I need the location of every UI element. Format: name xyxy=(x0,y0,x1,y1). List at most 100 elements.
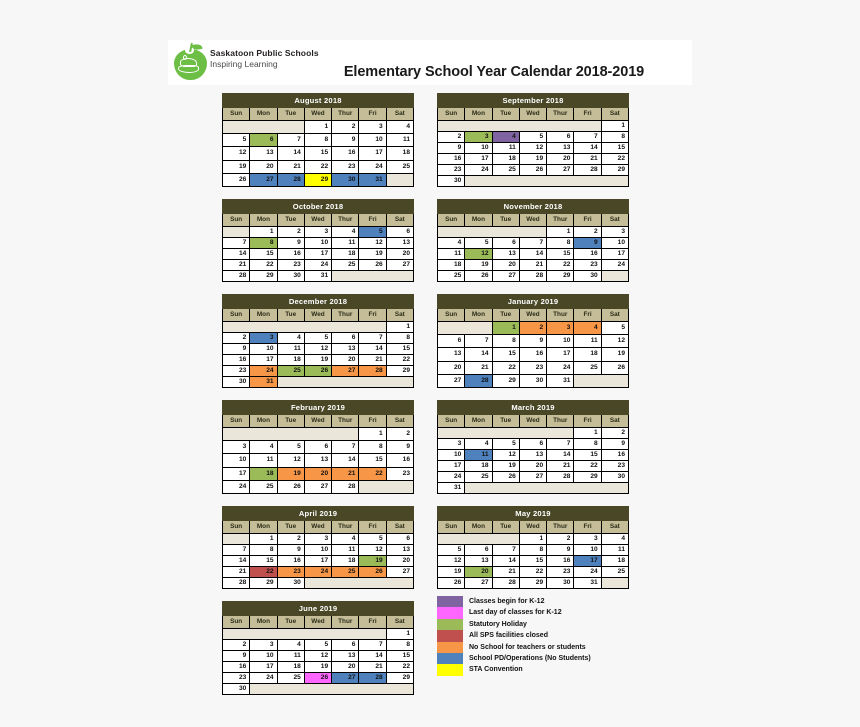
day-cell[interactable]: 15 xyxy=(249,555,278,567)
day-cell[interactable]: 28 xyxy=(546,471,575,483)
day-cell[interactable]: 24 xyxy=(221,479,251,495)
day-cell[interactable]: 17 xyxy=(436,460,466,472)
day-cell[interactable]: 26 xyxy=(303,672,333,684)
day-cell[interactable]: 24 xyxy=(358,159,387,174)
day-cell[interactable]: 5 xyxy=(600,320,630,336)
day-cell[interactable]: 18 xyxy=(573,347,602,362)
day-cell[interactable]: 16 xyxy=(518,347,548,362)
day-cell[interactable]: 24 xyxy=(436,471,466,483)
day-cell[interactable]: 8 xyxy=(518,544,548,556)
day-cell[interactable]: 25 xyxy=(331,259,360,271)
day-cell[interactable]: 27 xyxy=(385,566,415,578)
day-cell[interactable]: 3 xyxy=(573,533,602,545)
day-cell[interactable]: 25 xyxy=(600,566,630,578)
day-cell[interactable]: 27 xyxy=(385,259,415,271)
day-cell[interactable]: 14 xyxy=(276,146,305,161)
day-cell[interactable]: 22 xyxy=(600,153,630,165)
day-cell[interactable]: 16 xyxy=(385,453,415,468)
day-cell[interactable]: 13 xyxy=(436,347,466,362)
day-cell[interactable]: 20 xyxy=(546,153,575,165)
day-cell[interactable]: 10 xyxy=(303,237,333,249)
day-cell[interactable]: 24 xyxy=(546,360,575,375)
day-cell[interactable]: 3 xyxy=(303,533,333,545)
day-cell[interactable]: 6 xyxy=(518,438,548,450)
day-cell[interactable]: 11 xyxy=(249,453,278,468)
day-cell[interactable]: 3 xyxy=(221,440,251,455)
day-cell[interactable]: 8 xyxy=(491,334,520,349)
day-cell[interactable]: 13 xyxy=(464,555,493,567)
day-cell[interactable]: 1 xyxy=(546,226,575,238)
day-cell[interactable]: 26 xyxy=(276,479,305,495)
day-cell[interactable]: 4 xyxy=(249,440,278,455)
day-cell[interactable]: 29 xyxy=(546,270,575,282)
day-cell[interactable]: 20 xyxy=(331,354,360,366)
day-cell[interactable]: 25 xyxy=(385,159,415,174)
day-cell[interactable]: 20 xyxy=(249,159,278,174)
day-cell[interactable]: 23 xyxy=(518,360,548,375)
day-cell[interactable]: 7 xyxy=(331,440,360,455)
day-cell[interactable]: 29 xyxy=(518,577,548,589)
day-cell[interactable]: 25 xyxy=(573,360,602,375)
day-cell[interactable]: 8 xyxy=(385,639,415,651)
day-cell[interactable]: 16 xyxy=(600,449,630,461)
day-cell[interactable]: 7 xyxy=(491,544,520,556)
day-cell[interactable]: 31 xyxy=(358,172,387,188)
day-cell[interactable]: 11 xyxy=(491,142,520,154)
day-cell[interactable]: 20 xyxy=(464,566,493,578)
day-cell[interactable]: 27 xyxy=(331,365,360,377)
day-cell[interactable]: 21 xyxy=(358,354,387,366)
day-cell[interactable]: 4 xyxy=(276,332,305,344)
day-cell[interactable]: 1 xyxy=(249,226,278,238)
day-cell[interactable]: 14 xyxy=(358,650,387,662)
day-cell[interactable]: 31 xyxy=(436,482,466,494)
day-cell[interactable]: 10 xyxy=(573,544,602,556)
day-cell[interactable]: 17 xyxy=(358,146,387,161)
day-cell[interactable]: 28 xyxy=(358,672,387,684)
day-cell[interactable]: 1 xyxy=(385,321,415,333)
day-cell[interactable]: 10 xyxy=(600,237,630,249)
day-cell[interactable]: 21 xyxy=(221,259,251,271)
day-cell[interactable]: 25 xyxy=(276,365,305,377)
day-cell[interactable]: 8 xyxy=(546,237,575,249)
day-cell[interactable]: 30 xyxy=(546,577,575,589)
day-cell[interactable]: 21 xyxy=(518,259,548,271)
day-cell[interactable]: 3 xyxy=(249,332,278,344)
day-cell[interactable]: 14 xyxy=(573,142,602,154)
day-cell[interactable]: 5 xyxy=(464,237,493,249)
day-cell[interactable]: 7 xyxy=(358,332,387,344)
day-cell[interactable]: 26 xyxy=(518,164,548,176)
day-cell[interactable]: 12 xyxy=(303,343,333,355)
day-cell[interactable]: 10 xyxy=(249,650,278,662)
day-cell[interactable]: 10 xyxy=(249,343,278,355)
day-cell[interactable]: 8 xyxy=(573,438,602,450)
day-cell[interactable]: 15 xyxy=(249,248,278,260)
day-cell[interactable]: 12 xyxy=(276,453,305,468)
day-cell[interactable]: 26 xyxy=(358,259,387,271)
day-cell[interactable]: 13 xyxy=(385,237,415,249)
day-cell[interactable]: 18 xyxy=(276,354,305,366)
day-cell[interactable]: 30 xyxy=(518,373,548,389)
day-cell[interactable]: 5 xyxy=(491,438,520,450)
day-cell[interactable]: 8 xyxy=(303,133,333,148)
day-cell[interactable]: 29 xyxy=(249,270,278,282)
day-cell[interactable]: 23 xyxy=(600,460,630,472)
day-cell[interactable]: 14 xyxy=(358,343,387,355)
day-cell[interactable]: 2 xyxy=(600,427,630,439)
day-cell[interactable]: 9 xyxy=(276,237,305,249)
day-cell[interactable]: 28 xyxy=(573,164,602,176)
day-cell[interactable]: 30 xyxy=(221,376,251,388)
day-cell[interactable]: 6 xyxy=(303,440,333,455)
day-cell[interactable]: 30 xyxy=(276,270,305,282)
day-cell[interactable]: 9 xyxy=(331,133,360,148)
day-cell[interactable]: 23 xyxy=(276,259,305,271)
day-cell[interactable]: 24 xyxy=(464,164,493,176)
day-cell[interactable]: 1 xyxy=(303,119,333,135)
day-cell[interactable]: 10 xyxy=(464,142,493,154)
day-cell[interactable]: 26 xyxy=(464,270,493,282)
day-cell[interactable]: 6 xyxy=(546,131,575,143)
day-cell[interactable]: 11 xyxy=(464,449,493,461)
day-cell[interactable]: 21 xyxy=(573,153,602,165)
day-cell[interactable]: 15 xyxy=(600,142,630,154)
day-cell[interactable]: 4 xyxy=(331,226,360,238)
day-cell[interactable]: 27 xyxy=(464,577,493,589)
